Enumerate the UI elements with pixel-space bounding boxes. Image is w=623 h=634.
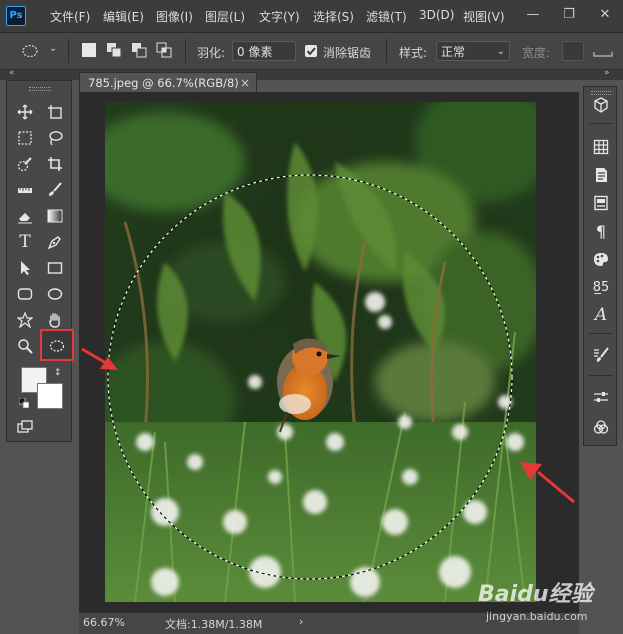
document-image[interactable] bbox=[105, 102, 536, 602]
lasso-icon[interactable] bbox=[43, 127, 67, 149]
tool-preset-icon[interactable] bbox=[22, 44, 40, 58]
menu-bar: Ps 文件(F) 编辑(E) 图像(I) 图层(L) 文字(Y) 选择(S) 滤… bbox=[0, 0, 623, 33]
layers-icon[interactable] bbox=[591, 387, 611, 407]
swatches-icon[interactable] bbox=[591, 249, 611, 269]
tools-panel: T ↕ bbox=[6, 80, 74, 442]
ellipse-icon[interactable] bbox=[43, 283, 67, 305]
menu-layer[interactable]: 图层(L) bbox=[205, 8, 245, 25]
options-bar: ⌄ 羽化: 0 像素 消除锯齿 样式: 正常 ⌄ 宽度: bbox=[0, 33, 623, 70]
menu-image[interactable]: 图像(I) bbox=[156, 8, 193, 25]
rectangle-icon[interactable] bbox=[43, 257, 67, 279]
close-tab-icon[interactable]: × bbox=[240, 73, 250, 93]
style-select[interactable]: 正常 ⌄ bbox=[436, 41, 510, 61]
channels-icon[interactable] bbox=[591, 417, 611, 437]
artboard-icon[interactable] bbox=[43, 101, 67, 123]
collapse-left-icon[interactable]: « bbox=[9, 68, 15, 78]
status-menu-arrow-icon[interactable]: › bbox=[299, 615, 303, 628]
annotation-arrow-right bbox=[520, 462, 575, 504]
annotation-arrow-left bbox=[81, 347, 118, 370]
collapse-right-icon[interactable]: » bbox=[604, 68, 610, 78]
robin-photo bbox=[105, 102, 536, 602]
intersect-selection-icon[interactable] bbox=[156, 42, 172, 58]
antialias-checkbox[interactable] bbox=[305, 45, 317, 57]
type-icon[interactable]: T bbox=[13, 231, 37, 253]
menu-filter[interactable]: 滤镜(T) bbox=[366, 8, 407, 25]
close-icon[interactable]: ✕ bbox=[596, 6, 614, 24]
screen-mode-icon[interactable] bbox=[13, 417, 37, 439]
add-to-selection-icon[interactable] bbox=[106, 42, 122, 58]
width-label: 宽度: bbox=[522, 46, 551, 60]
properties-icon[interactable] bbox=[591, 165, 611, 185]
toolbar-grip[interactable] bbox=[29, 87, 51, 91]
pen-icon[interactable] bbox=[43, 231, 67, 253]
zoom-icon[interactable] bbox=[13, 335, 37, 357]
path-select-icon[interactable] bbox=[13, 257, 37, 279]
glyphs-icon[interactable]: A bbox=[591, 305, 611, 325]
chevron-down-icon[interactable]: ⌄ bbox=[49, 43, 57, 54]
feather-label: 羽化: bbox=[197, 46, 226, 60]
default-colors-icon[interactable] bbox=[18, 397, 30, 409]
document-info[interactable]: 文档:1.38M/1.38M bbox=[165, 616, 262, 632]
background-color-icon[interactable] bbox=[37, 383, 63, 409]
menu-type[interactable]: 文字(Y) bbox=[259, 8, 300, 25]
brushes-icon[interactable] bbox=[591, 345, 611, 365]
character-styles-icon[interactable]: 8̲5 bbox=[591, 277, 611, 297]
elliptical-marquee-icon[interactable] bbox=[45, 335, 69, 357]
feather-input[interactable]: 0 像素 bbox=[232, 41, 296, 61]
gradient-icon[interactable] bbox=[43, 205, 67, 227]
swap-colors-icon[interactable]: ↕ bbox=[54, 368, 64, 378]
move-icon[interactable] bbox=[13, 101, 37, 123]
watermark-logo: Baidu经验 bbox=[478, 582, 593, 607]
paragraph-icon[interactable]: ¶ bbox=[591, 221, 611, 241]
menu-3d[interactable]: 3D(D) bbox=[419, 8, 454, 22]
ruler-icon[interactable] bbox=[13, 179, 37, 201]
3d-icon[interactable] bbox=[591, 95, 611, 115]
minimize-icon[interactable]: — bbox=[524, 6, 542, 24]
document-tab-title: 785.jpeg @ 66.7%(RGB/8) bbox=[88, 76, 239, 90]
chevron-down-icon: ⌄ bbox=[496, 46, 505, 57]
swap-icon[interactable] bbox=[592, 44, 614, 58]
adjustments-icon[interactable] bbox=[591, 193, 611, 213]
style-select-value: 正常 bbox=[441, 45, 466, 59]
subtract-from-selection-icon[interactable] bbox=[131, 42, 147, 58]
width-input[interactable] bbox=[562, 41, 584, 61]
baidu-watermark: Baidu经验 jingyan.baidu.com bbox=[478, 576, 618, 630]
brush-icon[interactable] bbox=[43, 179, 67, 201]
hand-icon[interactable] bbox=[43, 309, 67, 331]
custom-shape-icon[interactable] bbox=[13, 309, 37, 331]
menu-file[interactable]: 文件(F) bbox=[50, 8, 90, 25]
document-tab[interactable]: 785.jpeg @ 66.7%(RGB/8) × bbox=[79, 72, 257, 92]
quick-select-icon[interactable] bbox=[13, 153, 37, 175]
restore-icon[interactable]: ❐ bbox=[560, 6, 578, 24]
right-panel-dock: ¶ 8̲5 A bbox=[583, 86, 617, 446]
menu-edit[interactable]: 编辑(E) bbox=[103, 8, 144, 25]
grid-icon[interactable] bbox=[591, 137, 611, 157]
style-label: 样式: bbox=[399, 46, 428, 60]
crop-icon[interactable] bbox=[43, 153, 67, 175]
photoshop-logo-icon[interactable]: Ps bbox=[6, 6, 26, 26]
zoom-level[interactable]: 66.67% bbox=[83, 616, 125, 629]
marquee-rect-icon[interactable] bbox=[13, 127, 37, 149]
new-selection-icon[interactable] bbox=[82, 43, 96, 57]
rounded-rect-icon[interactable] bbox=[13, 283, 37, 305]
menu-select[interactable]: 选择(S) bbox=[313, 8, 354, 25]
menu-view[interactable]: 视图(V) bbox=[463, 8, 505, 25]
eraser-icon[interactable] bbox=[13, 205, 37, 227]
watermark-url: jingyan.baidu.com bbox=[486, 610, 588, 623]
antialias-label: 消除锯齿 bbox=[323, 46, 372, 60]
